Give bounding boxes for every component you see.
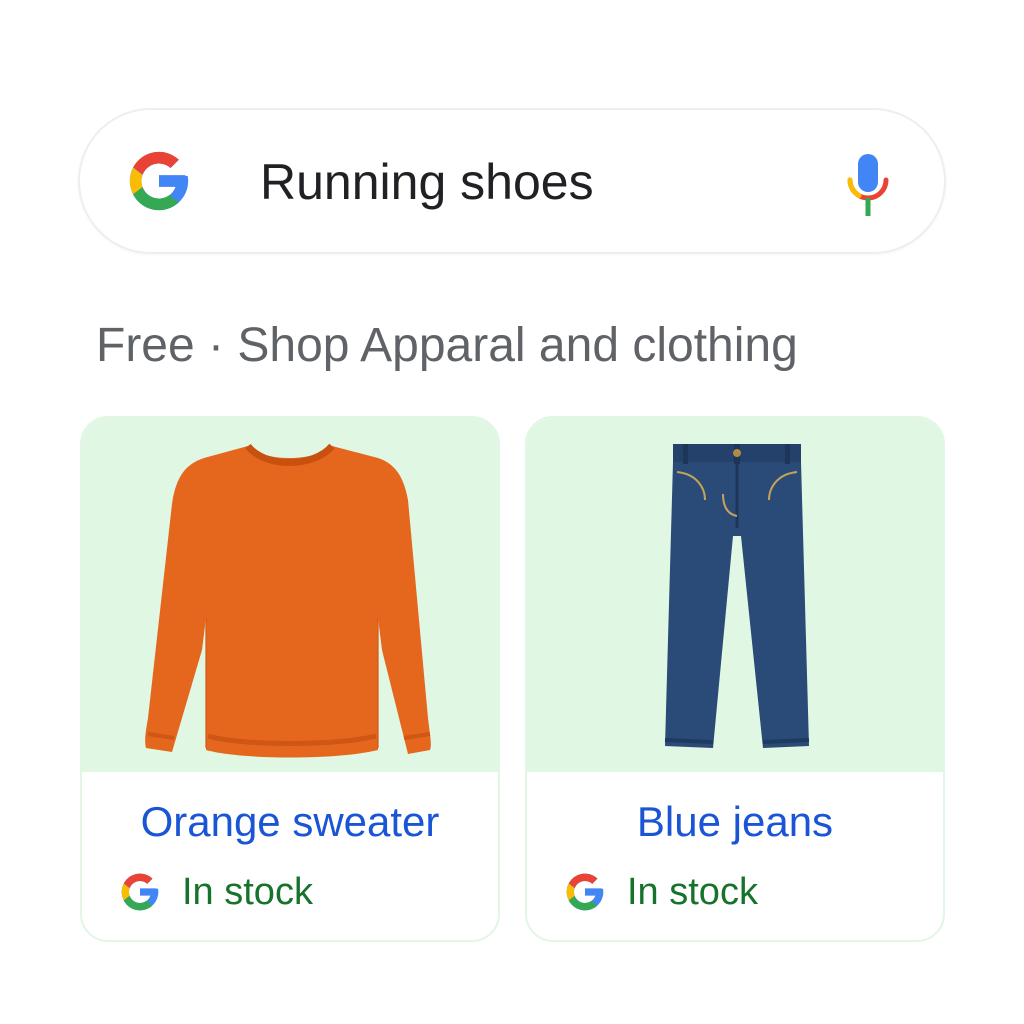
- product-image: [82, 418, 498, 772]
- microphone-icon[interactable]: [844, 150, 892, 220]
- stock-label: In stock: [627, 871, 758, 913]
- page-title: Free · Shop Apparal and clothing: [96, 319, 798, 372]
- google-g-icon: [129, 151, 189, 211]
- product-image: [527, 418, 943, 772]
- stock-label: In stock: [182, 871, 313, 913]
- search-bar[interactable]: Running shoes: [78, 108, 946, 254]
- product-card-orange-sweater[interactable]: Orange sweater In stock: [80, 416, 500, 942]
- google-g-icon: [566, 873, 604, 911]
- google-g-icon: [121, 873, 159, 911]
- product-title[interactable]: Orange sweater: [82, 796, 498, 848]
- blue-jeans-image: [664, 444, 810, 748]
- product-title[interactable]: Blue jeans: [527, 796, 943, 848]
- orange-sweater-image: [145, 443, 431, 758]
- search-input[interactable]: Running shoes: [260, 154, 594, 210]
- product-card-blue-jeans[interactable]: Blue jeans In stock: [525, 416, 945, 942]
